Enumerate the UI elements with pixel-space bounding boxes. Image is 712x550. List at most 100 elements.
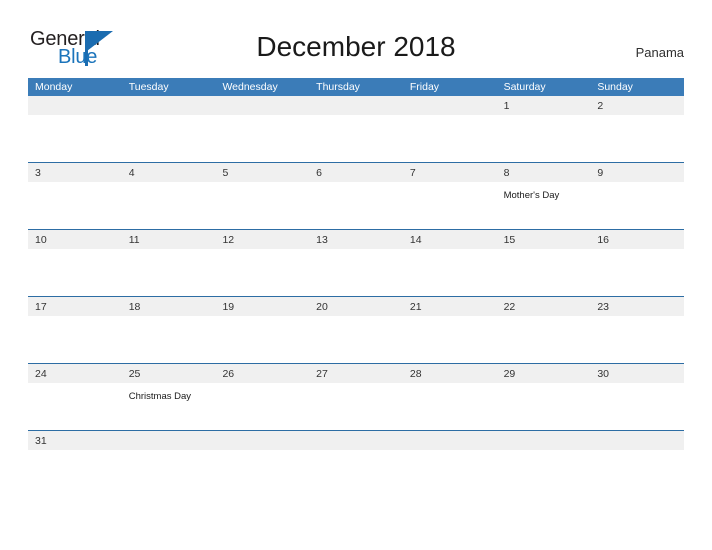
event-cell[interactable] bbox=[309, 316, 403, 363]
day-number: 25 bbox=[128, 368, 141, 380]
day-cell[interactable] bbox=[403, 96, 497, 115]
event-cell[interactable] bbox=[403, 316, 497, 363]
day-cell[interactable]: 27 bbox=[309, 364, 403, 383]
day-cell[interactable]: 28 bbox=[403, 364, 497, 383]
day-cell[interactable] bbox=[497, 431, 591, 450]
day-cell[interactable]: 5 bbox=[215, 163, 309, 182]
event-cell[interactable] bbox=[403, 383, 497, 430]
day-cell[interactable]: 17 bbox=[28, 297, 122, 316]
event-cell[interactable] bbox=[403, 450, 497, 478]
day-cell[interactable] bbox=[403, 431, 497, 450]
day-cell[interactable]: 31 bbox=[28, 431, 122, 450]
day-cell[interactable]: 11 bbox=[122, 230, 216, 249]
day-cell[interactable]: 18 bbox=[122, 297, 216, 316]
day-cell[interactable] bbox=[215, 96, 309, 115]
day-cell[interactable]: 1 bbox=[497, 96, 591, 115]
event-cell[interactable]: Mother's Day bbox=[497, 182, 591, 229]
day-cell[interactable] bbox=[309, 431, 403, 450]
day-cell[interactable]: 3 bbox=[28, 163, 122, 182]
day-cell[interactable] bbox=[28, 96, 122, 115]
day-cell[interactable] bbox=[309, 96, 403, 115]
event-cell[interactable] bbox=[122, 115, 216, 162]
week-row: 24 25 26 27 28 29 30 Christmas Day bbox=[28, 363, 684, 430]
week-event-band bbox=[28, 316, 684, 363]
day-cell[interactable]: 4 bbox=[122, 163, 216, 182]
weekday-header-monday: Monday bbox=[35, 81, 73, 93]
day-cell[interactable]: 29 bbox=[497, 364, 591, 383]
day-cell[interactable]: 8 bbox=[497, 163, 591, 182]
event-cell[interactable] bbox=[215, 182, 309, 229]
day-cell[interactable]: 14 bbox=[403, 230, 497, 249]
event-cell[interactable] bbox=[403, 182, 497, 229]
event-cell[interactable] bbox=[497, 316, 591, 363]
day-cell[interactable]: 23 bbox=[590, 297, 684, 316]
event-cell[interactable] bbox=[590, 450, 684, 478]
event-cell[interactable] bbox=[590, 316, 684, 363]
event-cell[interactable] bbox=[590, 383, 684, 430]
day-cell[interactable]: 22 bbox=[497, 297, 591, 316]
event-cell[interactable] bbox=[215, 383, 309, 430]
event-cell[interactable] bbox=[28, 182, 122, 229]
day-cell[interactable]: 20 bbox=[309, 297, 403, 316]
day-number: 6 bbox=[316, 167, 322, 179]
event-cell[interactable] bbox=[122, 182, 216, 229]
day-number: 19 bbox=[222, 301, 235, 313]
event-cell[interactable] bbox=[590, 115, 684, 162]
event-cell[interactable] bbox=[122, 249, 216, 296]
day-cell[interactable] bbox=[122, 96, 216, 115]
day-number: 18 bbox=[128, 301, 141, 313]
event-cell[interactable] bbox=[403, 115, 497, 162]
event-cell[interactable] bbox=[28, 316, 122, 363]
event-cell[interactable] bbox=[215, 115, 309, 162]
event-cell[interactable] bbox=[309, 383, 403, 430]
event-cell[interactable] bbox=[497, 383, 591, 430]
event-cell[interactable] bbox=[497, 115, 591, 162]
day-cell[interactable]: 30 bbox=[590, 364, 684, 383]
day-cell[interactable]: 25 bbox=[122, 364, 216, 383]
day-cell[interactable]: 6 bbox=[309, 163, 403, 182]
day-cell[interactable]: 7 bbox=[403, 163, 497, 182]
day-cell[interactable]: 13 bbox=[309, 230, 403, 249]
event-cell[interactable] bbox=[497, 249, 591, 296]
event-cell[interactable] bbox=[215, 450, 309, 478]
event-cell[interactable] bbox=[215, 249, 309, 296]
day-cell[interactable] bbox=[122, 431, 216, 450]
week-event-band bbox=[28, 450, 684, 478]
day-number: 8 bbox=[503, 167, 510, 179]
day-cell[interactable]: 15 bbox=[497, 230, 591, 249]
event-cell[interactable] bbox=[403, 249, 497, 296]
event-cell[interactable] bbox=[28, 115, 122, 162]
day-cell[interactable] bbox=[215, 431, 309, 450]
day-cell[interactable]: 9 bbox=[590, 163, 684, 182]
day-number: 4 bbox=[128, 167, 135, 179]
event-cell[interactable] bbox=[122, 316, 216, 363]
day-cell[interactable]: 19 bbox=[215, 297, 309, 316]
day-number: 9 bbox=[597, 167, 604, 179]
event-cell[interactable] bbox=[28, 249, 122, 296]
page-header: General Blue December 2018 Panama bbox=[0, 0, 712, 78]
day-cell[interactable]: 26 bbox=[215, 364, 309, 383]
event-cell[interactable] bbox=[590, 249, 684, 296]
day-cell[interactable]: 2 bbox=[590, 96, 684, 115]
event-cell[interactable] bbox=[309, 182, 403, 229]
event-cell[interactable] bbox=[590, 182, 684, 229]
event-cell[interactable] bbox=[122, 450, 216, 478]
event-cell[interactable] bbox=[28, 450, 122, 478]
day-cell[interactable]: 21 bbox=[403, 297, 497, 316]
day-cell[interactable]: 12 bbox=[215, 230, 309, 249]
day-cell[interactable]: 10 bbox=[28, 230, 122, 249]
event-cell[interactable] bbox=[215, 316, 309, 363]
event-cell[interactable] bbox=[28, 383, 122, 430]
day-cell[interactable]: 24 bbox=[28, 364, 122, 383]
day-cell[interactable]: 16 bbox=[590, 230, 684, 249]
weekday-header-row: Monday Tuesday Wednesday Thursday Friday… bbox=[28, 78, 684, 96]
event-cell[interactable] bbox=[309, 115, 403, 162]
day-cell[interactable] bbox=[590, 431, 684, 450]
event-cell[interactable] bbox=[497, 450, 591, 478]
event-cell[interactable]: Christmas Day bbox=[122, 383, 216, 430]
day-number: 5 bbox=[222, 167, 229, 179]
week-date-band: 31 bbox=[28, 431, 684, 450]
event-cell[interactable] bbox=[309, 249, 403, 296]
event-cell[interactable] bbox=[309, 450, 403, 478]
day-number: 31 bbox=[35, 435, 47, 447]
